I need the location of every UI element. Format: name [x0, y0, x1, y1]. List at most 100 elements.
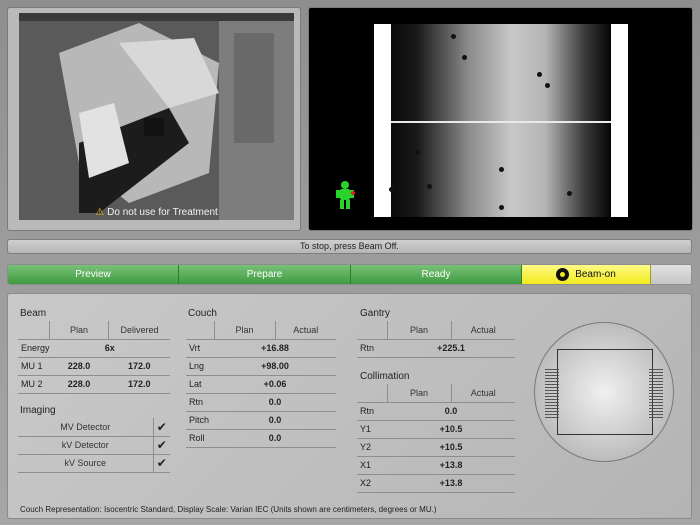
couch-row-label: Vrt	[186, 339, 214, 358]
collimation-row-label: X2	[357, 474, 387, 493]
imaging-table: MV Detector ✔ kV Detector ✔ kV Source ✔	[18, 418, 170, 473]
warning-icon: ⚠	[95, 207, 105, 218]
check-icon: ✔	[152, 418, 170, 437]
couch-table: Plan Actual Vrt +16.88 Lng +98.00 Lat +0.06…	[186, 321, 336, 448]
beam-plan-value: 228.0	[49, 357, 109, 376]
collimation-header-plan: Plan	[386, 384, 451, 403]
imaging-row-kv-source: kV Source ✔	[18, 454, 170, 473]
beam-table: Plan Delivered Energy 6x MU 1 228.0 172.…	[18, 321, 170, 394]
couch-row-label: Pitch	[186, 411, 214, 430]
couch-header-actual: Actual	[274, 321, 336, 340]
workflow-step-beam-on[interactable]: Beam-on	[522, 265, 651, 284]
beam-title: Beam	[20, 308, 47, 319]
footer-note: Couch Representation: Isocentric Standar…	[20, 505, 437, 514]
patient-orientation-icon	[336, 181, 355, 209]
image-marker	[389, 187, 394, 192]
couch-title: Couch	[188, 308, 217, 319]
workflow-step-label: Beam-on	[575, 269, 616, 280]
gantry-row-value: +225.1	[387, 339, 515, 358]
image-marker	[545, 83, 550, 88]
gantry-row-label: Rtn	[357, 339, 387, 358]
couch-row-value: 0.0	[214, 393, 336, 412]
collimation-row-label: Y2	[357, 438, 387, 457]
couch-row-label: Lat	[186, 375, 214, 394]
couch-header-plan: Plan	[213, 321, 275, 340]
gantry-header-plan: Plan	[386, 321, 451, 340]
couch-row-value: +16.88	[214, 339, 336, 358]
collimation-row-value: +13.8	[387, 474, 515, 493]
collimation-row-label: X1	[357, 456, 387, 475]
beam-delivered-value: 172.0	[108, 375, 170, 394]
beam-row-label: MU 1	[18, 357, 50, 376]
collimation-row-label: Y1	[357, 420, 387, 439]
image-marker	[499, 167, 504, 172]
collimation-row-label: Rtn	[357, 402, 387, 421]
gantry-table: Plan Actual Rtn +225.1	[357, 321, 515, 358]
beam-energy-value: 6x	[49, 339, 170, 358]
imaging-title: Imaging	[20, 405, 56, 416]
status-message: To stop, press Beam Off.	[7, 239, 692, 254]
linac-camera-image	[19, 13, 294, 220]
image-marker	[462, 55, 467, 60]
collimation-row-value: +10.5	[387, 438, 515, 457]
imaging-row-mv-detector: MV Detector ✔	[18, 418, 170, 437]
couch-row-label: Lng	[186, 357, 214, 376]
room-camera-feed: ⚠ Do not use for Treatment	[19, 13, 294, 220]
collimation-row-value: 0.0	[387, 402, 515, 421]
couch-row-label: Rtn	[186, 393, 214, 412]
gantry-header-actual: Actual	[450, 321, 515, 340]
mlc-leaves-left	[545, 369, 559, 419]
check-icon: ✔	[152, 454, 170, 473]
couch-row-value: +98.00	[214, 357, 336, 376]
couch-row: Roll 0.0	[186, 429, 336, 448]
imaging-row-label: MV Detector	[18, 418, 153, 437]
radiation-icon	[556, 267, 570, 281]
workflow-step-label: Ready	[421, 269, 451, 280]
check-icon: ✔	[152, 436, 170, 455]
couch-row-label: Roll	[186, 429, 214, 448]
camera-panel: ⚠ Do not use for Treatment	[7, 7, 301, 231]
imaging-row-kv-detector: kV Detector ✔	[18, 436, 170, 455]
collimation-row: Y1 +10.5	[357, 420, 515, 439]
image-crosshair	[391, 121, 611, 123]
workflow-step-preview[interactable]: Preview	[8, 265, 179, 284]
image-marker	[499, 205, 504, 210]
image-border-right	[611, 24, 628, 217]
collimation-row: Y2 +10.5	[357, 438, 515, 457]
workflow-bar: Preview Prepare Ready Beam-on	[7, 264, 692, 285]
treatment-warning: ⚠ Do not use for Treatment	[19, 207, 294, 218]
beam-row-mu2: MU 2 228.0 172.0	[18, 375, 170, 394]
couch-row: Lat +0.06	[186, 375, 336, 394]
image-marker	[537, 72, 542, 77]
beam-plan-value: 228.0	[49, 375, 109, 394]
collimation-row-value: +13.8	[387, 456, 515, 475]
image-marker	[567, 191, 572, 196]
imaging-row-label: kV Source	[18, 454, 153, 473]
image-marker	[415, 150, 420, 155]
workflow-remainder	[651, 265, 691, 284]
beam-energy-label: Energy	[18, 339, 50, 358]
collimation-title: Collimation	[360, 371, 410, 382]
workflow-step-prepare[interactable]: Prepare	[179, 265, 351, 284]
collimation-row: X2 +13.8	[357, 474, 515, 493]
couch-row: Pitch 0.0	[186, 411, 336, 430]
portal-image-panel	[308, 7, 693, 231]
collimation-row: X1 +13.8	[357, 456, 515, 475]
beam-header-plan: Plan	[49, 321, 109, 340]
couch-row: Rtn 0.0	[186, 393, 336, 412]
couch-row-value: 0.0	[214, 429, 336, 448]
beam-row-label: MU 2	[18, 375, 50, 394]
field-outline	[557, 349, 653, 435]
beam-header-delivered: Delivered	[108, 321, 170, 340]
beams-eye-view	[534, 322, 674, 462]
workflow-step-label: Preview	[75, 269, 111, 280]
collimation-row-value: +10.5	[387, 420, 515, 439]
couch-row-value: +0.06	[214, 375, 336, 394]
warning-text: Do not use for Treatment	[107, 207, 218, 218]
mlc-leaves-right	[649, 369, 663, 419]
workflow-step-ready[interactable]: Ready	[351, 265, 522, 284]
collimation-header-actual: Actual	[450, 384, 515, 403]
image-marker	[451, 34, 456, 39]
couch-row: Vrt +16.88	[186, 339, 336, 358]
workflow-step-label: Prepare	[246, 269, 283, 280]
